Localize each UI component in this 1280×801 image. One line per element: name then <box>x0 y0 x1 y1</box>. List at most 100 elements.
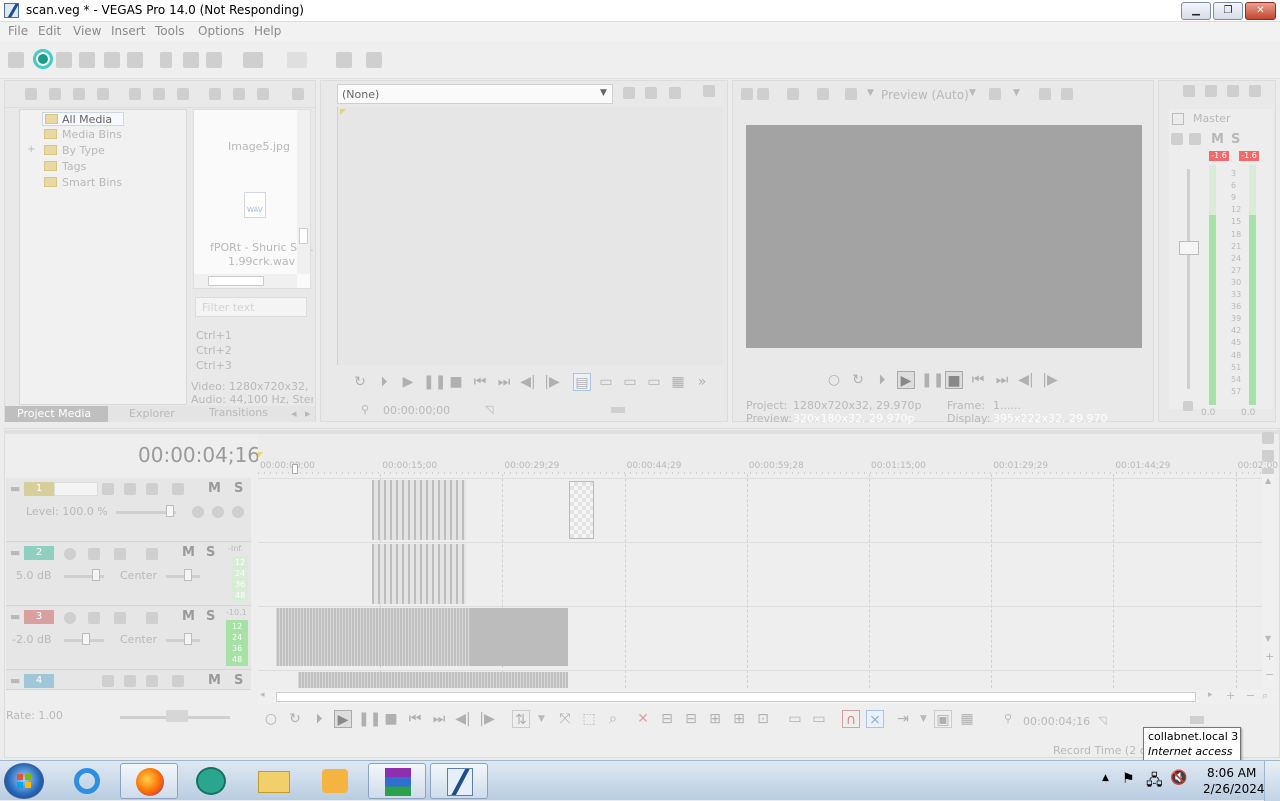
menu-view[interactable]: View <box>73 24 101 38</box>
arm-record-icon[interactable] <box>64 548 76 560</box>
chevron-down-icon[interactable]: ▼ <box>538 714 545 724</box>
region-tool-icon[interactable] <box>1262 450 1274 462</box>
previous-frame-icon[interactable]: ◀| <box>519 373 537 391</box>
properties-gear-icon[interactable] <box>127 52 143 68</box>
timeline-ruler[interactable]: 00:00:00;00 00:00:15;00 00:00:29;29 00:00:4… <box>258 434 1278 474</box>
chevron-down-icon[interactable]: ▼ <box>920 714 927 724</box>
solo-button[interactable]: S <box>206 609 215 625</box>
image-event-track1[interactable] <box>569 481 594 539</box>
zoom-in-horizontal-icon[interactable]: + <box>1226 689 1235 702</box>
track-fx-icon[interactable] <box>124 675 136 687</box>
go-to-start-icon[interactable]: ⏮ <box>471 373 489 391</box>
play-icon[interactable]: ▶ <box>334 710 352 728</box>
enable-snapping-icon[interactable] <box>336 52 352 68</box>
master-fader-knob[interactable] <box>1179 241 1199 255</box>
show-hidden-icons[interactable]: ▲ <box>1102 773 1109 783</box>
trim-start-icon[interactable]: ⊟ <box>658 710 676 728</box>
trimmer-delete-icon[interactable] <box>669 87 681 99</box>
next-frame-icon[interactable]: |▶ <box>1041 371 1059 389</box>
arm-record-icon[interactable] <box>64 612 76 624</box>
master-mute-button[interactable]: M <box>1211 132 1224 147</box>
parent-overlay-icon[interactable] <box>212 506 224 518</box>
track-name-field[interactable] <box>54 482 98 496</box>
cut-icon[interactable] <box>160 52 172 68</box>
menu-file[interactable]: File <box>8 24 28 38</box>
master-mute-icon[interactable] <box>1205 85 1217 97</box>
previous-frame-icon[interactable]: ◀| <box>1017 371 1035 389</box>
insert-marker-icon[interactable]: ▭ <box>786 710 804 728</box>
preview-quality-icon[interactable] <box>845 88 857 100</box>
taskbar-winrar[interactable] <box>368 763 426 799</box>
start-button[interactable] <box>4 763 44 799</box>
media-list-vscroll[interactable] <box>297 110 310 274</box>
loop-icon[interactable]: ↻ <box>351 373 369 391</box>
master-insert-icon[interactable] <box>1171 133 1183 145</box>
minimize-button[interactable]: ▁ <box>1181 2 1211 20</box>
master-mixer-icon[interactable] <box>1249 85 1261 97</box>
make-compositing-child-icon[interactable] <box>232 506 244 518</box>
master-bypass-icon[interactable] <box>1172 113 1184 125</box>
pan-slider[interactable] <box>166 575 200 578</box>
save-icon[interactable] <box>56 52 72 68</box>
mute-button[interactable]: M <box>182 545 195 561</box>
go-to-end-icon[interactable]: ⏭ <box>495 373 513 391</box>
stop-icon[interactable]: ■ <box>945 371 963 389</box>
play-icon[interactable]: ▶ <box>399 373 417 391</box>
video-output-fx-icon[interactable] <box>757 88 769 100</box>
normal-edit-tool-icon[interactable]: ⇅ <box>512 710 530 728</box>
record-icon[interactable]: ○ <box>262 710 280 728</box>
overwrite-icon[interactable]: ▭ <box>645 373 663 391</box>
stop-icon[interactable]: ■ <box>382 710 400 728</box>
track-gear-icon[interactable] <box>172 675 184 687</box>
capture-video-icon[interactable] <box>49 88 61 100</box>
trimmer-save-icon[interactable] <box>623 87 635 99</box>
audio-clip-track2[interactable] <box>372 544 466 604</box>
network-icon[interactable]: 🖧 <box>1146 770 1163 795</box>
video-clip-track4[interactable] <box>298 672 568 688</box>
maximize-button[interactable]: ❐ <box>1213 2 1243 20</box>
track-fx-icon[interactable] <box>88 548 100 560</box>
track-gear-icon[interactable] <box>146 548 158 560</box>
zoom-out-vertical-icon[interactable]: − <box>1265 668 1274 681</box>
tabs-scroll-right-icon[interactable]: ▸ <box>305 407 311 420</box>
media-fx-icon[interactable] <box>97 88 109 100</box>
mute-button[interactable]: M <box>208 673 221 689</box>
master-solo-button[interactable]: S <box>1231 132 1240 147</box>
track-routing-icon[interactable] <box>114 548 126 560</box>
menu-edit[interactable]: Edit <box>38 24 61 38</box>
track-header-1[interactable]: ▬ 1 M S Level: 100.0 % <box>6 478 251 542</box>
track-fx-icon[interactable] <box>88 612 100 624</box>
zoom-in-vertical-icon[interactable]: + <box>1265 650 1274 663</box>
solo-button[interactable]: S <box>206 545 215 561</box>
audio-clip-track3[interactable] <box>276 608 568 666</box>
stop-icon[interactable]: ■ <box>447 373 465 391</box>
undo-icon[interactable] <box>243 52 263 68</box>
clock-time[interactable]: 8:06 AM <box>1207 766 1256 780</box>
menu-options[interactable]: Options <box>198 24 244 38</box>
ripple-icon[interactable]: ⊞ <box>730 710 748 728</box>
media-properties-icon[interactable] <box>153 88 165 100</box>
scroll-up-icon[interactable]: ▲ <box>1265 476 1271 485</box>
trimmer-clear-icon[interactable] <box>645 87 657 99</box>
track-composite-icon[interactable] <box>146 675 158 687</box>
track-expand-icon[interactable]: ▬ <box>10 674 20 687</box>
paste-icon[interactable] <box>206 52 222 68</box>
track-expand-icon[interactable]: ▬ <box>10 610 20 623</box>
playhead-handle[interactable] <box>292 464 298 474</box>
vscroll-thumb[interactable] <box>299 228 308 244</box>
tab-explorer[interactable]: Explorer <box>111 406 191 422</box>
auto-crossfade-icon[interactable]: ⨯ <box>866 710 884 728</box>
import-media-icon[interactable] <box>25 88 37 100</box>
action-center-flag-icon[interactable]: ⚑ <box>1122 771 1135 787</box>
hscroll-thumb[interactable] <box>276 692 1196 702</box>
split-icon[interactable]: ⊞ <box>706 710 724 728</box>
preview-video-canvas[interactable] <box>746 125 1142 348</box>
marker-tool-icon[interactable] <box>1262 432 1274 444</box>
taskbar-internet-explorer[interactable] <box>58 763 116 799</box>
hscroll-thumb[interactable] <box>208 276 264 286</box>
go-to-end-icon[interactable]: ⏭ <box>430 710 448 728</box>
insert-icon[interactable]: ▭ <box>621 373 639 391</box>
show-desktop-button[interactable] <box>1264 761 1280 801</box>
level-slider-knob[interactable] <box>166 505 174 517</box>
menu-help[interactable]: Help <box>254 24 281 38</box>
